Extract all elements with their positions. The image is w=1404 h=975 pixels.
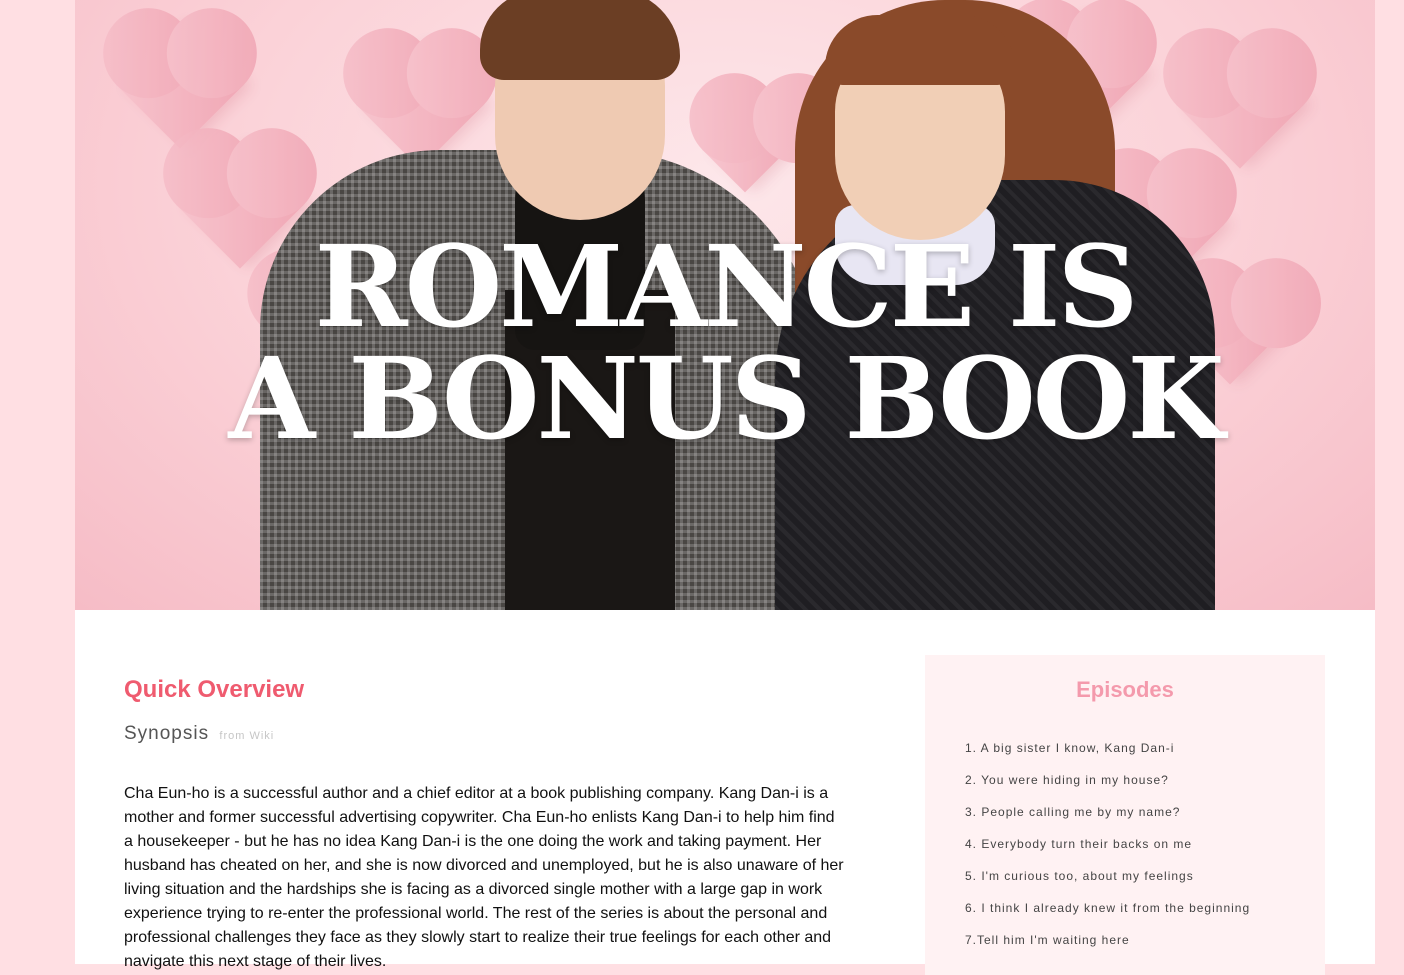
man-figure-hair <box>480 0 680 80</box>
episode-item[interactable]: 1. A big sister I know, Kang Dan-i <box>965 739 1250 771</box>
hero-banner: ROMANCE IS A BONUS BOOK <box>75 0 1375 610</box>
overview-title: Quick Overview <box>124 676 305 703</box>
synopsis-source: from Wiki <box>219 730 275 742</box>
episode-list: 1. A big sister I know, Kang Dan-i 2. Yo… <box>965 739 1250 963</box>
hero-title-line1: ROMANCE IS <box>314 222 1139 353</box>
episode-item[interactable]: 5. I'm curious too, about my feelings <box>965 867 1250 899</box>
content-card: Quick Overview Synopsis from Wiki Cha Eu… <box>75 610 1375 975</box>
episodes-title: Episodes <box>1076 677 1174 702</box>
hero-title-line2: A BONUS BOOK <box>228 334 1224 465</box>
heart-decoration <box>116 21 244 149</box>
woman-figure-bangs <box>825 15 1015 85</box>
episodes-panel: Episodes 1. A big sister I know, Kang Da… <box>925 655 1325 975</box>
heart-decoration <box>702 107 788 193</box>
synopsis-label: Synopsis <box>124 723 210 744</box>
synopsis-heading: Synopsis from Wiki <box>124 723 274 745</box>
episode-item[interactable]: 3. People calling me by my name? <box>965 803 1250 835</box>
episode-item[interactable]: 7.Tell him I'm waiting here <box>965 931 1250 963</box>
episode-item[interactable]: 2. You were hiding in my house? <box>965 771 1250 803</box>
episode-item[interactable]: 6. I think I already knew it from the be… <box>965 899 1250 931</box>
episode-item[interactable]: 4. Everybody turn their backs on me <box>965 835 1250 867</box>
synopsis-text: Cha Eun-ho is a successful author and a … <box>124 785 844 970</box>
